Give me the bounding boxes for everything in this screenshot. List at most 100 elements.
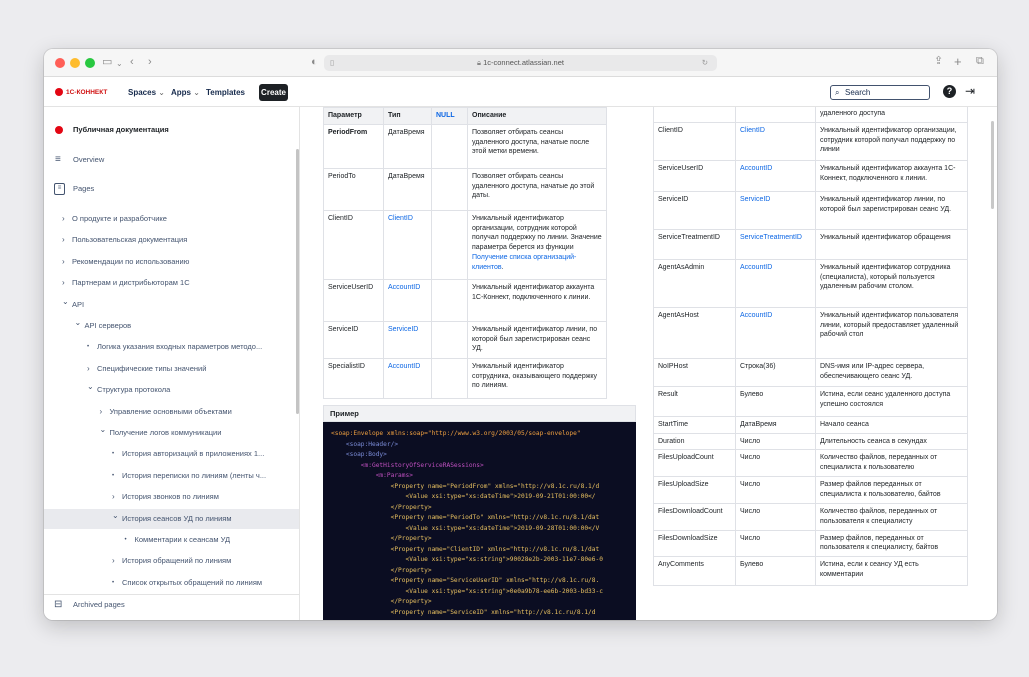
sidebar-toggle-icon[interactable]: ▭ bbox=[102, 57, 112, 68]
field-name: AgentAsHost bbox=[653, 306, 736, 359]
nav-apps[interactable]: Apps ⌄ bbox=[171, 88, 200, 97]
table-row: FilesUploadCount Число Количество файлов, … bbox=[653, 449, 968, 477]
param-description: удаленного доступа bbox=[815, 107, 968, 123]
field-type: Число bbox=[735, 449, 816, 477]
sidebar-tree-item[interactable]: ⌄ API bbox=[44, 295, 299, 315]
sidebar-tree-item[interactable]: › История обращений по линиям bbox=[44, 551, 299, 571]
field-description: Размер файлов переданных от специалиста … bbox=[815, 475, 968, 504]
param-type[interactable]: ClientID bbox=[383, 209, 432, 280]
code-line: <soap:Body> bbox=[331, 451, 387, 458]
sidebar-tree-item[interactable]: • Список открытых обращений по линиям bbox=[44, 573, 299, 593]
sidebar-tree-item[interactable]: › Специфические типы значений bbox=[44, 359, 299, 379]
param-null bbox=[431, 209, 468, 280]
table-row: Duration Число Длительность сеанса в секун… bbox=[653, 432, 968, 451]
logout-icon[interactable]: ⇥ bbox=[965, 85, 975, 97]
share-icon[interactable]: ⇪ bbox=[934, 56, 943, 67]
field-type[interactable]: ClientID bbox=[735, 121, 816, 161]
sidebar-item-archived[interactable]: ⊟ Archived pages bbox=[44, 594, 299, 614]
field-type[interactable]: ServiceTreatmentID bbox=[735, 228, 816, 260]
sidebar-tree-item[interactable]: › Партнерам и дистрибьюторам 1С bbox=[44, 273, 299, 293]
back-icon[interactable]: ‹ bbox=[130, 57, 134, 68]
sidebar-tree-label: Логика указания входных параметров метод… bbox=[97, 342, 263, 352]
field-type[interactable]: AccountID bbox=[735, 258, 816, 308]
tab-overview-icon[interactable]: ⧉ bbox=[976, 56, 984, 67]
code-line: </Property> bbox=[331, 535, 432, 542]
table-row: NoIPHost Строка(36) DNS-имя или IP-адрес с… bbox=[653, 357, 968, 387]
param-type: ДатаВремя bbox=[383, 123, 432, 169]
search-input[interactable]: ⌕ Search bbox=[830, 85, 930, 100]
sidebar-tree-item[interactable]: › О продукте и разработчике bbox=[44, 209, 299, 229]
sidebar-tree-label: Рекомендации по использованию bbox=[72, 256, 190, 266]
sidebar-tree-label: Пользовательская документация bbox=[72, 235, 188, 245]
content-scrollbar[interactable] bbox=[991, 121, 994, 209]
sidebar-tree-item[interactable]: › Управление основными объектами bbox=[44, 402, 299, 422]
sidebar-tree-item[interactable]: • Комментарии к сеансам УД bbox=[44, 530, 299, 550]
sidebar-tree-item[interactable]: ⌄ История сеансов УД по линиям bbox=[44, 508, 299, 529]
chevron-down-icon[interactable]: ⌄ bbox=[116, 58, 123, 69]
param-description: Позволяет отбирать сеансы удаленного дос… bbox=[467, 167, 607, 211]
sidebar-tree-label: История звонков по линиям bbox=[122, 492, 219, 502]
sidebar: Публичная документация ≡ Overview ≡ Page… bbox=[44, 107, 300, 620]
clients-list-link[interactable]: Получение списка организаций-клиентов bbox=[472, 254, 576, 271]
sidebar-tree-item[interactable]: ⌄ Структура протокола bbox=[44, 380, 299, 400]
help-icon[interactable]: ? bbox=[943, 85, 956, 98]
param-description: Уникальный идентификатор линии, по котор… bbox=[467, 320, 607, 359]
field-type[interactable]: AccountID bbox=[735, 306, 816, 359]
new-tab-icon[interactable]: + bbox=[954, 55, 962, 68]
column-header: Параметр bbox=[323, 107, 384, 125]
field-description: Уникальный идентификатор организации, со… bbox=[815, 121, 968, 161]
logo-icon[interactable] bbox=[55, 88, 63, 96]
field-name: StartTime bbox=[653, 415, 736, 434]
param-type[interactable]: AccountID bbox=[383, 357, 432, 399]
sidebar-tree-item[interactable]: ⌄ API серверов bbox=[44, 316, 299, 336]
table-row: удаленного доступа bbox=[653, 107, 968, 123]
reload-icon[interactable]: ↻ bbox=[702, 55, 708, 71]
sidebar-tree-item[interactable]: › Рекомендации по использованию bbox=[44, 252, 299, 272]
space-title[interactable]: Публичная документация bbox=[44, 120, 299, 140]
param-null bbox=[431, 123, 468, 169]
table-row: PeriodTo ДатаВремя Позволяет отбирать сеан… bbox=[323, 167, 607, 211]
privacy-shield-icon[interactable]: ◐ bbox=[311, 57, 318, 68]
sidebar-tree-item[interactable]: • Логика указания входных параметров мето… bbox=[44, 337, 299, 357]
sidebar-scrollbar[interactable] bbox=[296, 149, 299, 414]
field-name: Result bbox=[653, 385, 736, 417]
sidebar-tree-item[interactable]: › История звонков по линиям bbox=[44, 487, 299, 507]
close-window-button[interactable] bbox=[55, 58, 65, 68]
sidebar-tree-label: Специфические типы значений bbox=[97, 363, 207, 373]
chevron-right-icon: › bbox=[99, 406, 103, 416]
field-type: Число bbox=[735, 432, 816, 451]
browser-titlebar: ▭ ⌄ ‹ › ◐ ▯ 🔒︎ 1c-connect.atlassian.net … bbox=[44, 49, 997, 77]
field-name: AnyComments bbox=[653, 556, 736, 587]
field-type[interactable]: AccountID bbox=[735, 159, 816, 192]
sidebar-tree-item[interactable]: • История авторизаций в приложениях 1... bbox=[44, 444, 299, 464]
param-name: ServiceID bbox=[323, 320, 384, 359]
sidebar-tree-label: Структура протокола bbox=[97, 385, 171, 395]
forward-icon[interactable]: › bbox=[148, 57, 152, 68]
code-line: <Property name="ServiceUserID" xmlns="ht… bbox=[331, 577, 600, 584]
minimize-window-button[interactable] bbox=[70, 58, 80, 68]
zoom-window-button[interactable] bbox=[85, 58, 95, 68]
nav-templates[interactable]: Templates bbox=[206, 88, 245, 97]
field-description: Уникальный идентификатор пользователя ли… bbox=[815, 306, 968, 359]
field-name: ServiceUserID bbox=[653, 159, 736, 192]
field-type[interactable]: ServiceID bbox=[735, 190, 816, 230]
sidebar-item-overview[interactable]: ≡ Overview bbox=[44, 150, 299, 170]
param-type[interactable]: AccountID bbox=[383, 278, 432, 322]
logo-text[interactable]: 1С-КОННЕКТ bbox=[66, 89, 107, 96]
param-description: Уникальный идентификатор организации, со… bbox=[467, 209, 607, 280]
url-text: 1c-connect.atlassian.net bbox=[483, 58, 564, 67]
chevron-right-icon: › bbox=[112, 492, 115, 502]
param-null bbox=[431, 357, 468, 399]
sidebar-tree-label: Получение логов коммуникации bbox=[109, 428, 222, 437]
address-bar[interactable]: ▯ 🔒︎ 1c-connect.atlassian.net ↻ bbox=[324, 55, 717, 71]
field-name: FilesDownloadCount bbox=[653, 502, 736, 531]
nav-spaces[interactable]: Spaces ⌄ bbox=[128, 88, 165, 97]
sidebar-item-pages[interactable]: ≡ Pages bbox=[44, 179, 299, 199]
field-name: FilesDownloadSize bbox=[653, 529, 736, 558]
sidebar-tree-item[interactable]: ⌄ Получение логов коммуникации bbox=[44, 423, 299, 443]
sidebar-tree-item[interactable]: • История переписки по линиям (ленты ч... bbox=[44, 466, 299, 486]
sidebar-tree-item[interactable]: › Пользовательская документация bbox=[44, 230, 299, 250]
create-button[interactable]: Create bbox=[259, 84, 288, 101]
param-type[interactable]: ServiceID bbox=[383, 320, 432, 359]
table-row: ServiceTreatmentID ServiceTreatmentID Уник… bbox=[653, 228, 968, 260]
